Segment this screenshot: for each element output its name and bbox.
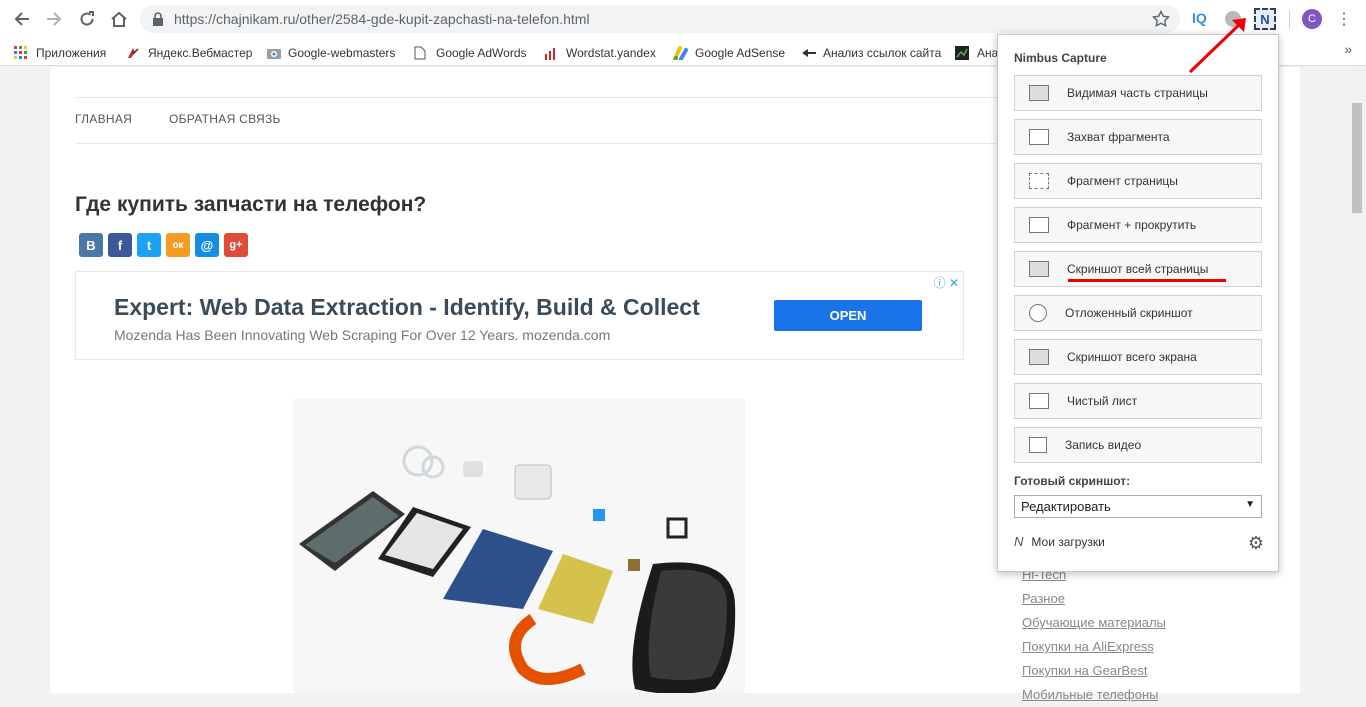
highlight-underline: [1068, 279, 1226, 282]
address-bar[interactable]: https://chajnikam.ru/other/2584-gde-kupi…: [140, 5, 1180, 33]
share-vk-button[interactable]: В: [79, 233, 103, 257]
bookmark-label: Ана: [977, 46, 999, 60]
nav-home-link[interactable]: ГЛАВНАЯ: [75, 112, 132, 126]
ad-banner[interactable]: ⓘ ✕ Expert: Web Data Extraction - Identi…: [75, 271, 964, 360]
nimbus-logo-icon: N: [1014, 534, 1024, 549]
profile-avatar[interactable]: C: [1302, 9, 1322, 29]
bookmark-label: Wordstat.yandex: [566, 46, 656, 60]
bookmark-wordstat[interactable]: Wordstat.yandex: [544, 44, 656, 62]
url-text[interactable]: https://chajnikam.ru/other/2584-gde-kupi…: [174, 11, 590, 27]
bookmark-adsense[interactable]: Google AdSense: [673, 44, 785, 62]
bookmark-links-analysis[interactable]: Анализ ссылок сайта: [801, 44, 941, 62]
capture-screen-button[interactable]: Скриншот всего экрана: [1014, 339, 1262, 375]
browser-menu-icon[interactable]: ⋮: [1336, 9, 1352, 29]
bookmark-label: Анализ ссылок сайта: [823, 46, 942, 60]
sidebar-link[interactable]: Мобильные телефоны: [1022, 683, 1166, 707]
popup-title: Nimbus Capture: [1014, 51, 1107, 65]
bookmark-apps[interactable]: Приложения: [14, 44, 106, 62]
select-value: Редактировать: [1021, 499, 1111, 514]
dropdown-arrow-icon: ▼: [1245, 499, 1255, 510]
toolbar-divider: [1289, 10, 1290, 28]
button-label: Видимая часть страницы: [1067, 86, 1208, 100]
button-label: Чистый лист: [1067, 394, 1138, 408]
bookmark-label: Яндекс.Вебмастер: [148, 46, 253, 60]
bookmark-label: Google AdWords: [436, 46, 527, 60]
capture-fragment-scroll-button[interactable]: Фрагмент + прокрутить: [1014, 207, 1262, 243]
blank-canvas-button[interactable]: Чистый лист: [1014, 383, 1262, 419]
visible-area-icon: [1029, 85, 1049, 101]
sidebar-categories: Hi-Tech Разное Обучающие материалы Покуп…: [1022, 563, 1166, 707]
button-label: Фрагмент + прокрутить: [1067, 218, 1197, 232]
settings-gear-icon[interactable]: ⚙: [1248, 533, 1264, 554]
reload-icon[interactable]: [76, 8, 98, 30]
button-label: Запись видео: [1065, 438, 1142, 452]
bar-icon: [544, 46, 558, 60]
share-facebook-button[interactable]: f: [108, 233, 132, 257]
page-icon: [414, 46, 428, 60]
apps-grid-icon: [14, 46, 28, 60]
fragment-icon: [1029, 129, 1049, 145]
ad-description: Mozenda Has Been Innovating Web Scraping…: [114, 327, 611, 343]
share-google-plus-button[interactable]: g+: [224, 233, 248, 257]
blank-sheet-icon: [1029, 393, 1049, 409]
bookmark-label: Google AdSense: [695, 46, 786, 60]
bookmarks-more-button[interactable]: »: [1344, 41, 1352, 57]
video-camera-icon: [1029, 437, 1047, 453]
article-title: Где купить запчасти на телефон?: [75, 193, 427, 216]
sidebar-link[interactable]: Покупки на GearBest: [1022, 659, 1166, 683]
bookmark-webmaster[interactable]: Яндекс.Вебмастер: [126, 44, 252, 62]
bookmark-star-icon[interactable]: [1152, 9, 1170, 33]
capture-page-fragment-button[interactable]: Фрагмент страницы: [1014, 163, 1262, 199]
bookmark-adwords[interactable]: Google AdWords: [414, 44, 527, 62]
back-icon[interactable]: [11, 8, 33, 30]
sidebar-link[interactable]: Обучающие материалы: [1022, 611, 1166, 635]
my-downloads-link[interactable]: N Мои загрузки: [1014, 534, 1105, 549]
share-twitter-button[interactable]: t: [137, 233, 161, 257]
button-label: Захват фрагмента: [1067, 130, 1170, 144]
button-label: Скриншот всего экрана: [1067, 350, 1197, 364]
fragment-scroll-icon: [1029, 217, 1049, 233]
adsense-icon: [673, 46, 688, 61]
bookmark-analysis-2[interactable]: Ана: [955, 44, 998, 62]
chart-icon: [955, 46, 969, 60]
browser-toolbar: https://chajnikam.ru/other/2584-gde-kupi…: [0, 0, 1366, 38]
button-label: Отложенный скриншот: [1065, 306, 1193, 320]
page-scrollbar[interactable]: [1348, 67, 1366, 693]
bookmark-gwt[interactable]: Google-webmasters: [266, 44, 395, 62]
lock-icon: [152, 12, 164, 31]
record-video-button[interactable]: Запись видео: [1014, 427, 1262, 463]
bookmark-label: Приложения: [36, 46, 107, 60]
ad-headline[interactable]: Expert: Web Data Extraction - Identify, …: [114, 294, 700, 321]
button-label: Фрагмент страницы: [1067, 174, 1178, 188]
scrollbar-thumb[interactable]: [1352, 103, 1362, 213]
capture-delayed-button[interactable]: Отложенный скриншот: [1014, 295, 1262, 331]
webmaster-icon: [126, 46, 140, 60]
article-image: [293, 399, 745, 693]
gwt-icon: [266, 46, 281, 60]
sidebar-link[interactable]: Разное: [1022, 587, 1166, 611]
sidebar-link[interactable]: Покупки на AliExpress: [1022, 635, 1166, 659]
forward-icon[interactable]: [43, 8, 65, 30]
red-arrow-annotation: [1188, 18, 1246, 74]
entire-page-icon: [1029, 261, 1049, 277]
ready-screenshot-label: Готовый скриншот:: [1014, 474, 1131, 488]
home-icon[interactable]: [108, 8, 130, 30]
share-odnoklassniki-button[interactable]: ок: [166, 233, 190, 257]
ready-screenshot-select[interactable]: Редактировать ▼: [1014, 495, 1262, 518]
bookmark-label: Google-webmasters: [288, 46, 396, 60]
arrow-icon: [801, 46, 816, 60]
page-fragment-icon: [1029, 173, 1049, 189]
button-label: Скриншот всей страницы: [1067, 262, 1209, 276]
capture-fragment-button[interactable]: Захват фрагмента: [1014, 119, 1262, 155]
capture-visible-button[interactable]: Видимая часть страницы: [1014, 75, 1262, 111]
nimbus-capture-popup: Nimbus Capture Видимая часть страницы За…: [997, 34, 1279, 572]
ad-choices-icon[interactable]: ⓘ ✕: [934, 274, 959, 291]
ad-open-button[interactable]: OPEN: [774, 300, 922, 331]
downloads-label: Мои загрузки: [1031, 534, 1105, 549]
timer-icon: [1029, 304, 1047, 322]
screen-icon: [1029, 349, 1049, 365]
share-mail-button[interactable]: @: [195, 233, 219, 257]
nav-feedback-link[interactable]: ОБРАТНАЯ СВЯЗЬ: [169, 112, 281, 126]
